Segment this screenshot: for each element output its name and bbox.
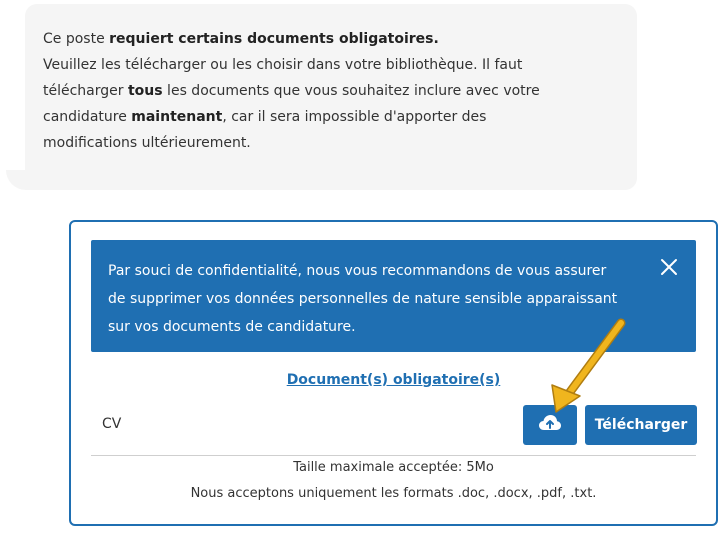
privacy-alert: Par souci de confidentialité, nous vous … xyxy=(91,240,696,352)
divider xyxy=(91,455,696,456)
alert-line-3: sur vos documents de candidature. xyxy=(108,319,356,335)
cloud-upload-button[interactable] xyxy=(523,405,577,445)
required-documents-link[interactable]: Document(s) obligatoire(s) xyxy=(71,372,716,388)
cloud-upload-icon xyxy=(538,414,562,436)
close-icon[interactable] xyxy=(660,258,678,276)
message-bubble: Ce poste requiert certains documents obl… xyxy=(25,4,637,190)
accepted-formats-note: Nous acceptons uniquement les formats .d… xyxy=(190,486,597,501)
document-label-cv: CV xyxy=(102,416,122,432)
message-line-4: candidature maintenant, car il sera impo… xyxy=(43,109,487,125)
documents-panel: Par souci de confidentialité, nous vous … xyxy=(69,220,718,526)
message-line-2: Veuillez les télécharger ou les choisir … xyxy=(43,57,523,73)
message-line-5: modifications ultérieurement. xyxy=(43,135,251,151)
message-line-3: télécharger tous les documents que vous … xyxy=(43,83,540,99)
alert-line-2: de supprimer vos données personnelles de… xyxy=(108,291,618,307)
alert-line-1: Par souci de confidentialité, nous vous … xyxy=(108,263,607,279)
upload-button[interactable]: Télécharger xyxy=(585,405,697,445)
message-line-1: Ce poste requiert certains documents obl… xyxy=(43,31,439,47)
max-size-note: Taille maximale acceptée: 5Mo xyxy=(293,460,494,475)
